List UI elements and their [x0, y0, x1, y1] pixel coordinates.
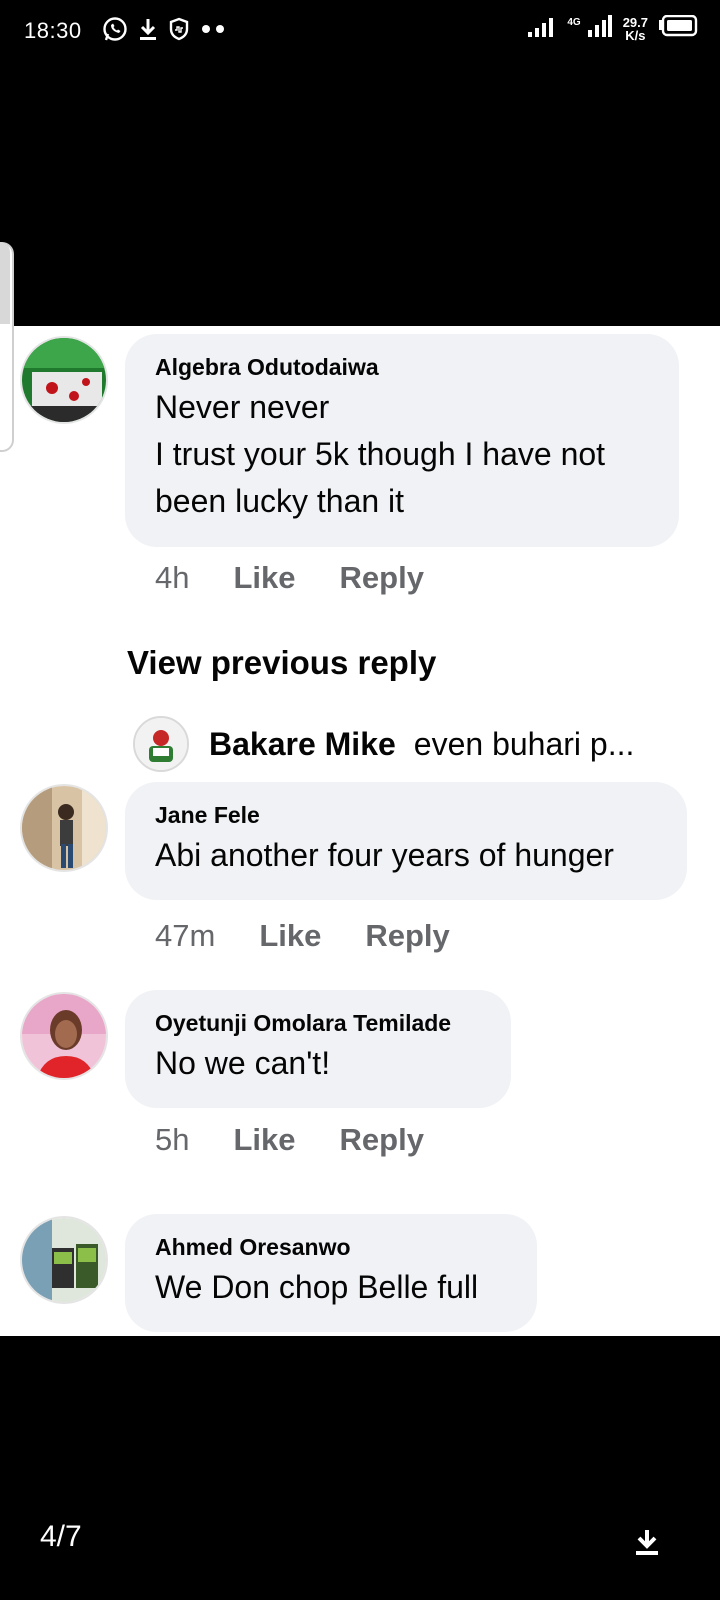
comment-actions: 47m Like Reply [155, 918, 450, 954]
reply-avatar [133, 716, 189, 772]
more-dots-icon [200, 24, 226, 34]
net-speed: 29.7 K/s [623, 16, 648, 42]
reply-button[interactable]: Reply [340, 560, 424, 596]
like-button[interactable]: Like [233, 1122, 295, 1158]
comment-actions: 5h Like Reply [155, 1122, 424, 1158]
avatar [20, 336, 108, 424]
comment-author[interactable]: Ahmed Oresanwo [155, 1232, 507, 1262]
reply-snippet: even buhari p... [413, 725, 635, 762]
reply-author: Bakare Mike [209, 725, 396, 762]
signal-icon-2 [587, 14, 613, 43]
net-speed-unit: K/s [625, 27, 646, 43]
status-bar: 18:30 4G 29.7 K/s [0, 0, 720, 66]
avatar [20, 784, 108, 872]
comment-time: 5h [155, 1122, 190, 1157]
reply-button[interactable]: Reply [365, 918, 449, 954]
like-button[interactable]: Like [259, 918, 321, 954]
comment-author[interactable]: Oyetunji Omolara Temilade [155, 1008, 481, 1038]
view-previous-reply-link[interactable]: View previous reply [127, 644, 436, 682]
notification-icons [102, 16, 226, 42]
avatar [20, 1216, 108, 1304]
comment-actions: 4h Like Reply [155, 560, 424, 596]
comment-screenshot: Algebra Odutodaiwa Never never I trust y… [0, 242, 720, 1336]
comment-text: No we can't! [155, 1045, 331, 1081]
comment-author[interactable]: Algebra Odutodaiwa [155, 352, 649, 382]
net-speed-value: 29.7 [622, 14, 648, 30]
reply-preview[interactable]: Bakare Mike even buhari p... [133, 716, 634, 772]
comment-time: 47m [155, 918, 216, 953]
side-edge-handle[interactable] [0, 242, 14, 452]
reply-button[interactable]: Reply [340, 1122, 424, 1158]
system-icons: 4G 29.7 K/s [527, 14, 698, 43]
download-icon[interactable] [632, 1528, 662, 1556]
download-status-icon [138, 17, 158, 41]
shield-icon [168, 17, 190, 41]
avatar [20, 992, 108, 1080]
comment-bubble: Oyetunji Omolara Temilade No we can't! [125, 990, 511, 1108]
comment-bubble: Ahmed Oresanwo We Don chop Belle full [125, 1214, 537, 1332]
page-indicator: 4/7 [40, 1520, 82, 1553]
comment-text: We Don chop Belle full [155, 1269, 479, 1305]
comment-time: 4h [155, 560, 190, 595]
network-type: 4G [567, 17, 581, 28]
whatsapp-icon [102, 16, 128, 42]
battery-icon [658, 14, 698, 42]
status-time: 18:30 [24, 18, 82, 43]
signal-icon [527, 14, 557, 43]
comment-author[interactable]: Jane Fele [155, 800, 657, 830]
like-button[interactable]: Like [233, 560, 295, 596]
comment-bubble: Algebra Odutodaiwa Never never I trust y… [125, 334, 679, 547]
comment-text: Never never I trust your 5k though I hav… [155, 389, 606, 519]
comment-bubble: Jane Fele Abi another four years of hung… [125, 782, 687, 900]
comment-text: Abi another four years of hunger [155, 837, 614, 873]
